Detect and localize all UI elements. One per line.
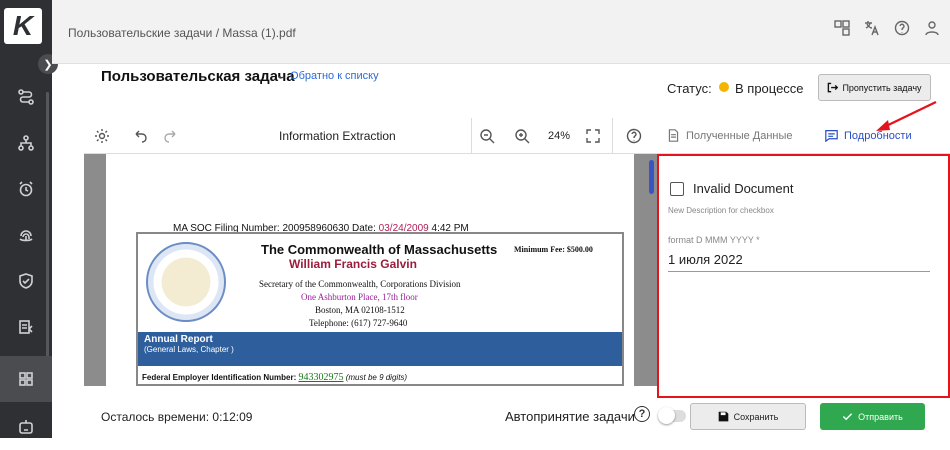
redo-icon[interactable] — [163, 128, 179, 149]
comment-icon — [825, 130, 838, 142]
toggle-knob — [658, 407, 675, 424]
date-field-underline — [668, 271, 930, 272]
invalid-document-checkbox[interactable] — [670, 182, 684, 196]
sidebar: K ❯ — [0, 0, 58, 438]
doc-phone: Telephone: (617) 727-9640 — [309, 318, 408, 328]
route-icon — [18, 89, 34, 105]
task-list-icon — [19, 320, 33, 334]
alarm-clock-icon — [19, 181, 33, 197]
zoom-in-icon[interactable] — [514, 128, 530, 149]
user-icon[interactable] — [924, 20, 940, 36]
viewer-scrollbar[interactable] — [649, 160, 654, 194]
state-seal — [146, 242, 226, 322]
fingerprint-icon — [19, 230, 33, 242]
details-panel: Invalid Document New Description for che… — [657, 154, 950, 398]
doc-address1: One Ashburton Place, 17th floor — [301, 292, 418, 302]
send-button[interactable]: Отправить — [820, 403, 925, 430]
app-logo[interactable]: K — [4, 8, 42, 44]
sidebar-item-alarm[interactable] — [0, 166, 52, 212]
annual-report-banner: Annual Report (General Laws, Chapter ) — [138, 332, 622, 366]
breadcrumb[interactable]: Пользовательские задачи / Massa (1).pdf — [68, 26, 296, 40]
status-label: Статус: — [667, 81, 712, 96]
sidebar-item-hierarchy[interactable] — [0, 120, 52, 166]
viewer-help-icon[interactable] — [626, 128, 642, 149]
auto-accept-label: Автопринятие задачи — [505, 409, 635, 424]
top-bar: Пользовательские задачи / Massa (1).pdf — [52, 0, 950, 64]
bot-icon — [19, 420, 33, 434]
sidebar-item-fingerprint[interactable] — [0, 212, 52, 258]
grid-layout-icon[interactable] — [834, 20, 850, 36]
sidebar-item-routes[interactable] — [0, 74, 52, 120]
auto-accept-help-icon[interactable]: ? — [634, 406, 650, 422]
checkbox-description: New Description for checkbox — [668, 206, 774, 215]
sidebar-item-dashboard[interactable] — [0, 356, 52, 402]
doc-fein: Federal Employer Identification Number: … — [142, 372, 408, 383]
doc-commonwealth: The Commonwealth of Massachusetts — [261, 242, 498, 257]
status-dot — [719, 82, 729, 92]
back-to-list-link[interactable]: ← Обратно к списку — [276, 70, 379, 82]
zoom-level: 24% — [548, 130, 571, 142]
status-value: В процессе — [735, 81, 804, 96]
viewer-toolbar: Information Extraction 24% — [84, 118, 657, 154]
shield-check-icon — [19, 273, 33, 289]
save-button[interactable]: Сохранить — [690, 403, 806, 430]
viewer-title: Information Extraction — [279, 129, 396, 143]
skip-task-button[interactable]: Пропустить задачу — [818, 74, 931, 101]
dashboard-icon — [19, 372, 33, 386]
doc-secretary: William Francis Galvin — [289, 257, 417, 271]
toolbar-divider — [471, 118, 472, 154]
auto-accept-toggle[interactable] — [658, 407, 686, 424]
floppy-disk-icon — [718, 411, 728, 422]
zoom-out-icon[interactable] — [479, 128, 495, 149]
toolbar-divider — [612, 118, 613, 154]
doc-min-fee: Minimum Fee: $500.00 — [514, 245, 593, 254]
checkmark-icon — [843, 413, 853, 421]
page-title: Пользовательская задача — [101, 68, 295, 85]
settings-icon[interactable] — [94, 128, 110, 149]
document-page: MA SOC Filing Number: 200958960630 Date:… — [106, 154, 634, 386]
time-remaining: Осталось времени: 0:12:09 — [101, 410, 253, 424]
date-field-label: format D MMM YYYY * — [668, 235, 760, 245]
sidebar-item-tasks[interactable] — [0, 304, 52, 350]
document-icon — [668, 129, 679, 142]
document-viewer[interactable]: MA SOC Filing Number: 200958960630 Date:… — [84, 154, 657, 386]
doc-division: Secretary of the Commonwealth, Corporati… — [259, 279, 461, 289]
sidebar-item-shield[interactable] — [0, 258, 52, 304]
fullscreen-icon[interactable] — [585, 128, 601, 149]
undo-icon[interactable] — [132, 128, 148, 149]
exit-icon — [828, 82, 839, 93]
doc-address2: Boston, MA 02108-1512 — [315, 305, 405, 315]
date-field[interactable]: 1 июля 2022 — [668, 252, 743, 267]
top-icons — [834, 20, 940, 36]
hierarchy-icon — [18, 135, 34, 151]
annotation-arrow — [876, 101, 937, 131]
sidebar-item-bot[interactable] — [0, 404, 52, 450]
tab-received-data[interactable]: Полученные Данные — [667, 129, 793, 142]
help-icon[interactable] — [894, 20, 910, 36]
invalid-document-label[interactable]: Invalid Document — [693, 181, 793, 196]
translate-icon[interactable] — [864, 20, 880, 36]
